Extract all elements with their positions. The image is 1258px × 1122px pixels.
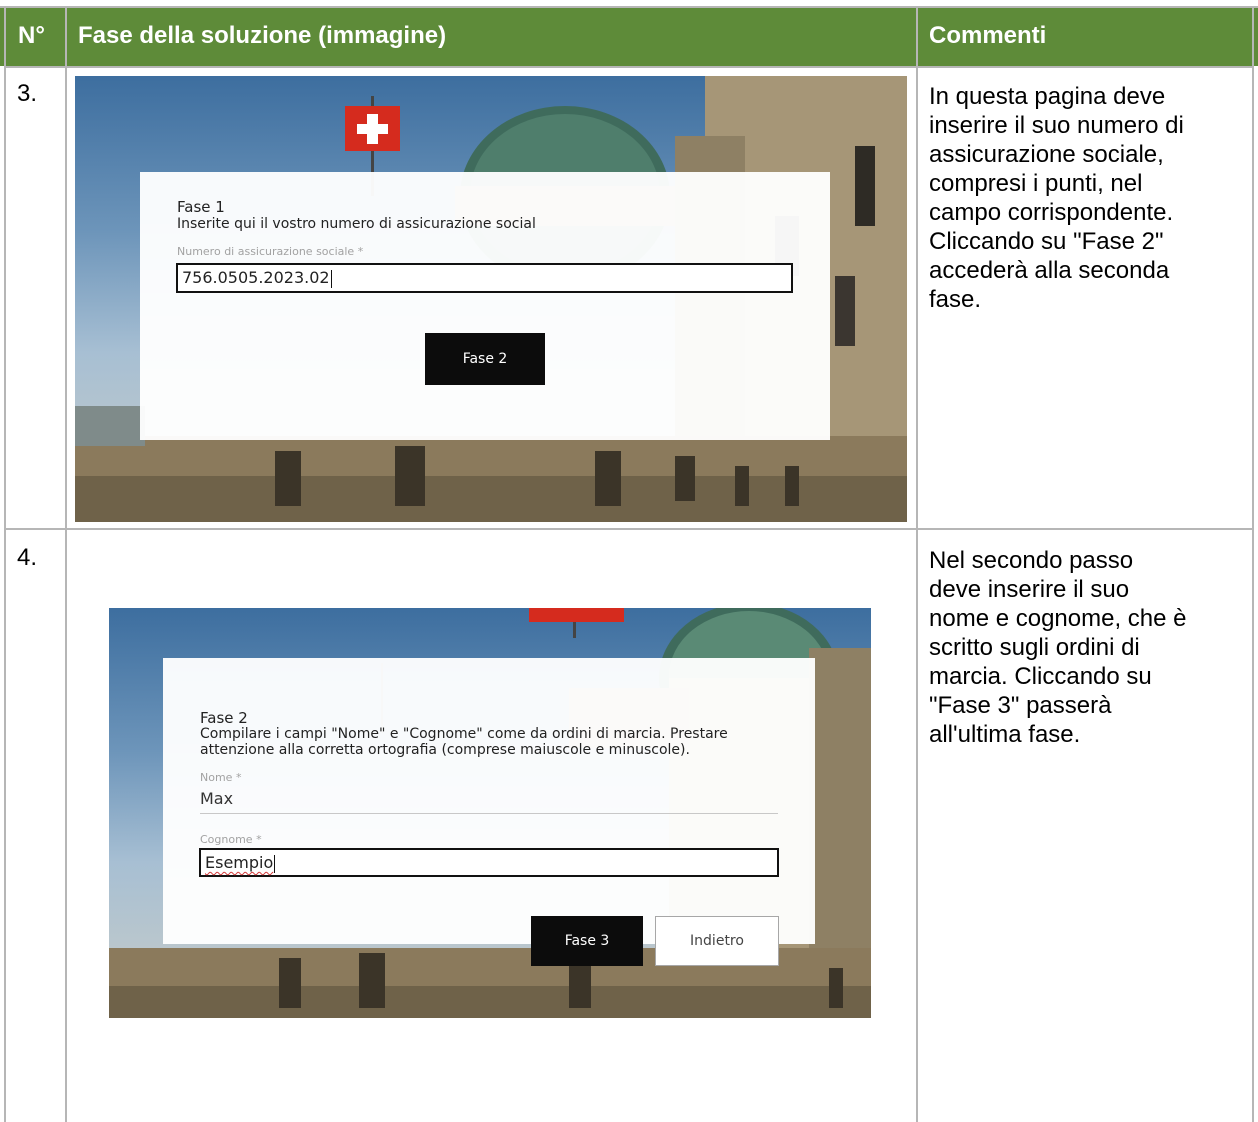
- table-border-top: [0, 6, 1258, 8]
- header-number: N°: [18, 22, 45, 49]
- screenshot-step-2: Fase 2 Compilare i campi "Nome" e "Cogno…: [109, 608, 871, 1018]
- header-step: Fase della soluzione (immagine): [78, 22, 447, 49]
- back-button[interactable]: Indietro: [655, 916, 779, 966]
- surname-field-label: Cognome *: [200, 833, 262, 846]
- table-header-row: N° Fase della soluzione (immagine) Comme…: [0, 6, 1258, 66]
- table-border-right: [1252, 6, 1254, 1122]
- form-card: Fase 2 Compilare i campi "Nome" e "Cogno…: [163, 658, 815, 966]
- column-divider-1: [65, 6, 67, 1122]
- ssn-input[interactable]: 756.0505.2023.02: [176, 263, 793, 293]
- screenshot-step-1: Fase 1 Inserite qui il vostro numero di …: [75, 76, 907, 522]
- header-comments: Commenti: [929, 22, 1047, 49]
- row-divider: [4, 528, 1254, 530]
- text-caret: [274, 854, 276, 873]
- form-card: Fase 1 Inserite qui il vostro numero di …: [140, 172, 830, 440]
- table-border-left: [4, 6, 6, 1122]
- form-title: Fase 2: [200, 709, 248, 727]
- form-title: Fase 1: [177, 198, 225, 216]
- surname-input[interactable]: Esempio: [199, 848, 779, 877]
- text-caret: [330, 269, 332, 288]
- surname-input-value: Esempio: [205, 853, 274, 872]
- row-comment: In questa pagina deve inserire il suo nu…: [929, 83, 1184, 313]
- row-comment: Nel secondo passo deve inserire il suo n…: [929, 547, 1187, 748]
- ssn-input-value: 756.0505.2023.02: [182, 268, 330, 287]
- name-input[interactable]: Max: [200, 785, 778, 814]
- step-2-button[interactable]: Fase 2: [425, 333, 545, 385]
- ssn-field-label: Numero di assicurazione sociale *: [177, 245, 364, 258]
- form-description: Inserite qui il vostro numero di assicur…: [177, 216, 536, 232]
- form-description-line-2: attenzione alla corretta ortografia (com…: [200, 742, 690, 758]
- form-description-line-1: Compilare i campi "Nome" e "Cognome" com…: [200, 726, 728, 742]
- name-field-label: Nome *: [200, 771, 242, 784]
- header-bottom-border: [4, 66, 1254, 68]
- row-number: 4.: [17, 544, 38, 571]
- column-divider-2: [916, 6, 918, 1122]
- name-input-value: Max: [200, 789, 234, 808]
- row-number: 3.: [17, 80, 38, 107]
- step-3-button[interactable]: Fase 3: [531, 916, 643, 966]
